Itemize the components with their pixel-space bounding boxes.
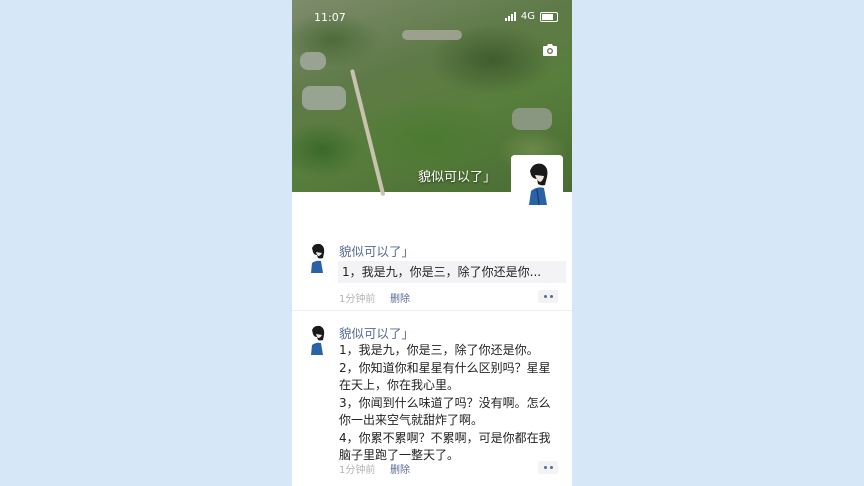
cover-user-name: 貌似可以了」 <box>417 170 496 185</box>
signal-icon <box>504 12 516 21</box>
cover-pond <box>512 108 552 130</box>
profile-avatar[interactable] <box>511 155 563 207</box>
post-content: 1，我是九，你是三，除了你还是你。 2，你知道你和星星有什么区别吗？星星在天上，… <box>339 343 551 462</box>
post-time: 1分钟前 <box>339 465 376 476</box>
post-avatar[interactable] <box>304 324 330 356</box>
post-avatar[interactable] <box>304 242 330 274</box>
post-author[interactable]: 貌似可以了」 <box>339 241 414 260</box>
delete-link[interactable]: 删除 <box>390 290 410 305</box>
post-content-collapsed[interactable]: 1，我是九，你是三，除了你还是你... <box>338 261 566 283</box>
cover-pond <box>302 86 346 110</box>
delete-link[interactable]: 删除 <box>390 461 410 476</box>
cover-pond <box>300 52 326 70</box>
post-divider <box>292 310 572 311</box>
status-time: 11:07 <box>314 11 346 24</box>
battery-icon <box>540 11 558 22</box>
cover-road <box>350 69 386 197</box>
post-author[interactable]: 貌似可以了」 <box>339 323 414 342</box>
status-bar: 11:07 4G <box>292 0 572 32</box>
network-type: 4G <box>520 11 535 22</box>
phone-screen: 11:07 4G 貌似可以了」 貌似可以了」 1，我是九，你是三，除了你还是你.… <box>292 0 572 486</box>
post-time: 1分钟前 <box>339 294 376 305</box>
camera-icon[interactable] <box>542 42 558 56</box>
more-icon[interactable] <box>538 290 558 303</box>
status-indicators: 4G <box>504 11 558 22</box>
more-icon[interactable] <box>538 461 558 474</box>
